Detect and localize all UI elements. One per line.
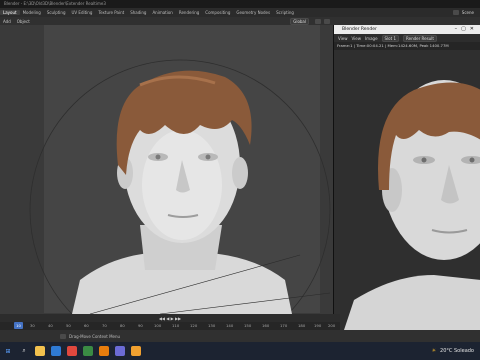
tab-layout[interactable]: Layout: [0, 10, 20, 15]
app-icon-red[interactable]: [67, 346, 77, 356]
left-iris: [155, 154, 161, 160]
viewport-header: Add Object Global: [0, 17, 480, 25]
right-ear: [232, 157, 248, 189]
timeline-header: ◀◀ ◀ ▶ ▶▶: [0, 314, 340, 322]
tick-label: 70: [102, 323, 107, 328]
tick-label: 180: [298, 323, 306, 328]
proportional-edit-icon[interactable]: [324, 18, 330, 24]
tick-label: 190: [314, 323, 322, 328]
weather-text[interactable]: 20°C Soleado: [440, 348, 474, 354]
tab-uv-editing[interactable]: UV Editing: [69, 10, 96, 15]
tick-label: 50: [66, 323, 71, 328]
weather-icon[interactable]: ☀: [432, 348, 436, 354]
status-hint: Drag-Move Context Menu: [69, 333, 121, 339]
render-image: [334, 50, 480, 330]
playhead[interactable]: 10: [14, 322, 23, 329]
tick-label: 90: [138, 323, 143, 328]
windows-start-icon[interactable]: ⊞: [3, 346, 13, 356]
mouse-icon: [60, 333, 66, 339]
render-shoulder: [344, 275, 480, 330]
tick-label: 140: [226, 323, 234, 328]
playback-controls[interactable]: ◀◀ ◀ ▶ ▶▶: [159, 316, 181, 321]
render-window-title: Blender Render: [342, 27, 377, 32]
tab-shading[interactable]: Shading: [127, 10, 149, 15]
render-window-title-bar: Blender Render –▢✕: [334, 25, 480, 34]
blender-icon[interactable]: [99, 346, 109, 356]
tab-animation[interactable]: Animation: [149, 10, 175, 15]
3d-viewport[interactable]: [0, 25, 340, 314]
tab-geometry-nodes[interactable]: Geometry Nodes: [233, 10, 273, 15]
workspace-tabs: Layout Modeling Sculpting UV Editing Tex…: [0, 8, 480, 17]
render-result-dropdown[interactable]: Render Result: [403, 34, 437, 42]
tick-label: 60: [84, 323, 89, 328]
render-toolbar: View View Image Slot 1 Render Result: [334, 34, 480, 42]
scene-label[interactable]: Scene: [462, 10, 474, 15]
render-view-menu-2[interactable]: View: [352, 36, 362, 41]
tick-label: 80: [120, 323, 125, 328]
slot-dropdown[interactable]: Slot 1: [381, 34, 400, 42]
tick-label: 150: [244, 323, 252, 328]
edge-icon[interactable]: [51, 346, 61, 356]
tick-label: 30: [30, 323, 35, 328]
tick-label: 40: [48, 323, 53, 328]
orientation-dropdown[interactable]: Global: [290, 17, 309, 25]
right-iris: [205, 154, 211, 160]
render-info-text: Frame:1 | Time:00:04.21 | Mem:1424.60M, …: [334, 42, 480, 50]
add-menu[interactable]: Add: [0, 19, 14, 24]
search-icon[interactable]: ⌕: [19, 346, 29, 356]
status-bar: Drag-Move Context Menu: [0, 330, 480, 342]
render-view-menu[interactable]: View: [338, 36, 348, 41]
window-title: Blender - E:\3D\Old3D\Blender\Extender R…: [4, 1, 106, 6]
tab-sculpting[interactable]: Sculpting: [44, 10, 69, 15]
tick-label: 130: [208, 323, 216, 328]
viewport-render: [29, 59, 331, 314]
render-right-iris: [469, 157, 475, 163]
tick-label: 170: [280, 323, 288, 328]
tab-texture-paint[interactable]: Texture Paint: [95, 10, 127, 15]
tab-modeling[interactable]: Modeling: [20, 10, 44, 15]
taskbar: ⊞ ⌕ ☀ 20°C Soleado: [0, 342, 480, 360]
app-icon-green[interactable]: [83, 346, 93, 356]
tick-label: 100: [154, 323, 162, 328]
tab-rendering[interactable]: Rendering: [176, 10, 202, 15]
snap-icon[interactable]: [315, 18, 321, 24]
tick-label: 110: [172, 323, 180, 328]
scene-icon[interactable]: [452, 10, 459, 15]
tick-label: 120: [190, 323, 198, 328]
tick-label: 160: [262, 323, 270, 328]
app-icon-purple[interactable]: [115, 346, 125, 356]
render-image-menu[interactable]: Image: [365, 36, 378, 41]
file-explorer-icon[interactable]: [35, 346, 45, 356]
window-title-bar: Blender - E:\3D\Old3D\Blender\Extender R…: [0, 0, 480, 8]
render-left-iris: [421, 157, 427, 163]
tab-scripting[interactable]: Scripting: [273, 10, 297, 15]
render-window[interactable]: Blender Render –▢✕ View View Image Slot …: [333, 25, 480, 330]
app-icon-orange[interactable]: [131, 346, 141, 356]
window-controls[interactable]: –▢✕: [455, 25, 478, 34]
tab-compositing[interactable]: Compositing: [202, 10, 233, 15]
timeline-ruler[interactable]: 30 40 50 60 70 80 90 100 110 120 130 140…: [0, 322, 340, 330]
tick-label: 200: [328, 323, 336, 328]
object-menu[interactable]: Object: [14, 19, 33, 24]
